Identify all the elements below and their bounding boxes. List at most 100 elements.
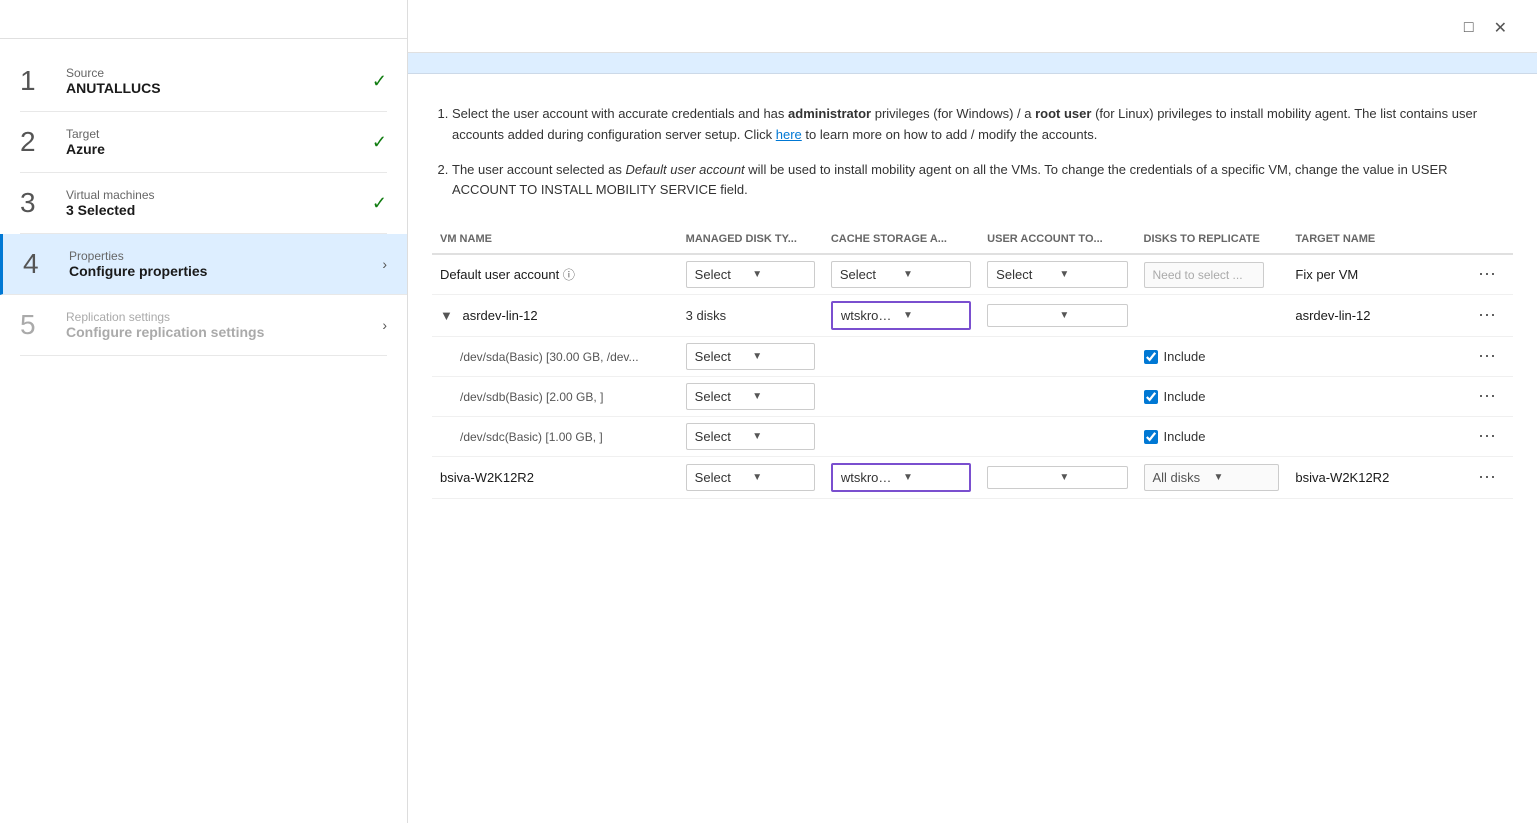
cache-cell-sda: [823, 337, 979, 377]
managed-dropdown-arrow: ▼: [752, 351, 806, 362]
managed-cell-sda: Select ▼: [678, 337, 823, 377]
step-num-3: 3: [20, 187, 56, 219]
managed-select-label: Select: [695, 470, 749, 485]
target-cell-sdb: [1287, 377, 1466, 417]
info-icon: ⓘ: [563, 268, 575, 282]
managed-dropdown-arrow: ▼: [752, 431, 806, 442]
disks-cell-bsiva: All disks ▼: [1136, 457, 1288, 499]
user-cell-default: Select ▼: [979, 254, 1135, 295]
disks-cell-sdb: Include: [1136, 377, 1288, 417]
cache-select-default[interactable]: Select ▼: [831, 261, 971, 288]
more-button-sdc[interactable]: ⋯: [1474, 426, 1500, 447]
all-disks-arrow: ▼: [1213, 472, 1270, 483]
managed-cell-sdb: Select ▼: [678, 377, 823, 417]
check-icon: ✓: [372, 71, 387, 91]
cache-cell-sdc: [823, 417, 979, 457]
col-header-user: USER ACCOUNT TO...: [979, 225, 1135, 254]
include-checkbox-sdb[interactable]: [1144, 390, 1158, 404]
managed-select-sda[interactable]: Select ▼: [686, 343, 815, 370]
step-value-4: Configure properties: [69, 263, 363, 279]
managed-dropdown-arrow: ▼: [752, 391, 806, 402]
managed-select-bsiva[interactable]: Select ▼: [686, 464, 815, 491]
step-content-3: Virtual machines 3 Selected: [56, 188, 363, 218]
managed-select-label: Select: [695, 429, 749, 444]
cache-dropdown-arrow: ▼: [903, 472, 961, 483]
maximize-button[interactable]: □: [1458, 16, 1480, 40]
step-content-1: Source ANUTALLUCS: [56, 66, 363, 96]
more-button-bsiva[interactable]: ⋯: [1474, 467, 1500, 488]
step-item-1[interactable]: 1 Source ANUTALLUCS ✓: [20, 51, 387, 112]
table-row-sda: /dev/sda(Basic) [30.00 GB, /dev... Selec…: [432, 337, 1513, 377]
check-icon: ✓: [372, 132, 387, 152]
cache-cell-asrdev-lin-12: wtskrowcus... ▼: [823, 295, 979, 337]
disks-cell-asrdev-lin-12: [1136, 295, 1288, 337]
target-cell-bsiva: bsiva-W2K12R2: [1287, 457, 1466, 499]
here-link[interactable]: here: [776, 127, 802, 142]
info-banner: [408, 53, 1537, 74]
left-header: [0, 0, 407, 26]
cache-select-asrdev-lin-12[interactable]: wtskrowcus... ▼: [831, 301, 971, 330]
user-select-default[interactable]: Select ▼: [987, 261, 1127, 288]
table-row-bsiva: bsiva-W2K12R2 Select ▼ wtskrowcus... ▼ ▼…: [432, 457, 1513, 499]
target-cell-default: Fix per VM: [1287, 254, 1466, 295]
target-name-default: Fix per VM: [1295, 267, 1358, 282]
right-content: Select the user account with accurate cr…: [408, 74, 1537, 823]
include-label: Include: [1164, 389, 1206, 404]
all-disks-select-bsiva[interactable]: All disks ▼: [1144, 464, 1280, 491]
step-content-5: Replication settings Configure replicati…: [56, 310, 363, 340]
step-value-2: Azure: [66, 141, 363, 157]
step-num-5: 5: [20, 309, 56, 341]
managed-select-default[interactable]: Select ▼: [686, 261, 815, 288]
all-disks-label: All disks: [1153, 470, 1210, 485]
cache-dropdown-arrow: ▼: [903, 269, 962, 280]
more-cell-sdc: ⋯: [1466, 417, 1513, 457]
left-close-button[interactable]: [375, 18, 387, 22]
include-cell-sda: Include: [1144, 349, 1280, 364]
step-right-3: ✓: [363, 193, 387, 214]
step-item-2[interactable]: 2 Target Azure ✓: [20, 112, 387, 173]
target-name-bsiva: bsiva-W2K12R2: [1295, 470, 1389, 485]
more-button-default[interactable]: ⋯: [1474, 264, 1500, 285]
col-header-disks: DISKS TO REPLICATE: [1136, 225, 1288, 254]
cache-select-bsiva[interactable]: wtskrowcus... ▼: [831, 463, 971, 492]
disks-cell-sda: Include: [1136, 337, 1288, 377]
more-button-sdb[interactable]: ⋯: [1474, 386, 1500, 407]
managed-select-sdc[interactable]: Select ▼: [686, 423, 815, 450]
user-cell-sdc: [979, 417, 1135, 457]
step-item-3[interactable]: 3 Virtual machines 3 Selected ✓: [20, 173, 387, 234]
step-right-1: ✓: [363, 71, 387, 92]
step-item-4[interactable]: 4 Properties Configure properties ›: [0, 234, 407, 295]
cache-cell-default: Select ▼: [823, 254, 979, 295]
include-checkbox-sda[interactable]: [1144, 350, 1158, 364]
step-value-1: ANUTALLUCS: [66, 80, 363, 96]
more-button-sda[interactable]: ⋯: [1474, 346, 1500, 367]
step-right-2: ✓: [363, 132, 387, 153]
expand-icon[interactable]: ▼: [440, 308, 453, 323]
include-checkbox-sdc[interactable]: [1144, 430, 1158, 444]
note-item-1: Select the user account with accurate cr…: [452, 104, 1513, 146]
include-cell-sdb: Include: [1144, 389, 1280, 404]
managed-select-sdb[interactable]: Select ▼: [686, 383, 815, 410]
more-button-asrdev-lin-12[interactable]: ⋯: [1474, 305, 1500, 326]
cache-select-label: wtskrowcus...: [841, 470, 899, 485]
vmname-cell-sdc: /dev/sdc(Basic) [1.00 GB, ]: [432, 417, 678, 457]
cache-select-label: wtskrowcus...: [841, 308, 899, 323]
right-header-buttons: □ ✕: [1458, 16, 1513, 40]
managed-select-label: Select: [695, 389, 749, 404]
right-header: □ ✕: [408, 0, 1537, 53]
chevron-icon: ›: [382, 256, 387, 272]
vmname-text: asrdev-lin-12: [463, 308, 538, 323]
managed-cell-sdc: Select ▼: [678, 417, 823, 457]
table-row-sdb: /dev/sdb(Basic) [2.00 GB, ] Select ▼ Inc…: [432, 377, 1513, 417]
user-select-asrdev-lin-12[interactable]: ▼: [987, 304, 1127, 327]
table-row-sdc: /dev/sdc(Basic) [1.00 GB, ] Select ▼ Inc…: [432, 417, 1513, 457]
step-item-5[interactable]: 5 Replication settings Configure replica…: [20, 295, 387, 356]
right-close-button[interactable]: ✕: [1488, 16, 1513, 40]
user-select-bsiva[interactable]: ▼: [987, 466, 1127, 489]
user-dropdown-arrow: ▼: [1059, 472, 1118, 483]
target-cell-sdc: [1287, 417, 1466, 457]
step-content-4: Properties Configure properties: [59, 249, 363, 279]
cache-cell-sdb: [823, 377, 979, 417]
step-label-2: Target: [66, 127, 363, 141]
col-header-managed: MANAGED DISK TY...: [678, 225, 823, 254]
